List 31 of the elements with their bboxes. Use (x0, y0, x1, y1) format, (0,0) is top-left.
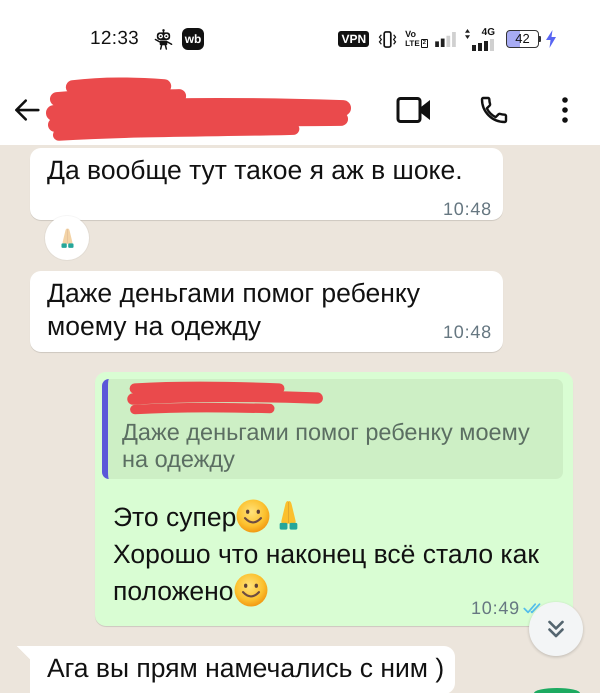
smiley-icon (236, 499, 270, 533)
message-time: 10:49 (470, 598, 520, 618)
status-time: 12:33 (90, 28, 140, 50)
vibrate-icon (378, 30, 398, 48)
quoted-message[interactable]: Даже деньгами помог ребенку моему на одежду (102, 379, 563, 479)
message-text: Ага вы прям намечались с ним ) (47, 653, 444, 683)
signal-icon (435, 32, 456, 46)
signal-icon (471, 38, 495, 50)
video-camera-icon[interactable] (396, 96, 432, 124)
message-text: Да вообще тут такое я аж в шоке. (47, 155, 463, 185)
menu-dots-icon[interactable] (562, 96, 568, 122)
robot-icon (154, 28, 174, 50)
smiley-icon (234, 573, 268, 607)
message-text: положено (113, 576, 234, 606)
app-badge: wb (182, 28, 204, 50)
vpn-badge: VPN (338, 31, 370, 47)
battery-percent: 42 (515, 32, 530, 46)
scroll-down-button[interactable] (529, 602, 583, 656)
message-time: 10:48 (442, 199, 492, 219)
message-text: Это супер (113, 502, 236, 532)
lte-label: LTE (405, 39, 420, 48)
quoted-text: Даже деньгами помог ребенку моему на одежду (122, 419, 531, 473)
message-text: Хорошо что наконец всё стало как (113, 539, 539, 569)
network-type-label: 4G (482, 28, 495, 38)
data-arrows-icon (465, 28, 470, 38)
reaction-badge[interactable] (45, 216, 89, 260)
message-text: Даже деньгами помог ребенку моему на одежду (47, 278, 420, 341)
message-time: 10:48 (442, 322, 492, 342)
lightning-icon (546, 30, 556, 48)
praying-hands-icon (58, 227, 76, 249)
volte-label: Vo (405, 30, 417, 39)
